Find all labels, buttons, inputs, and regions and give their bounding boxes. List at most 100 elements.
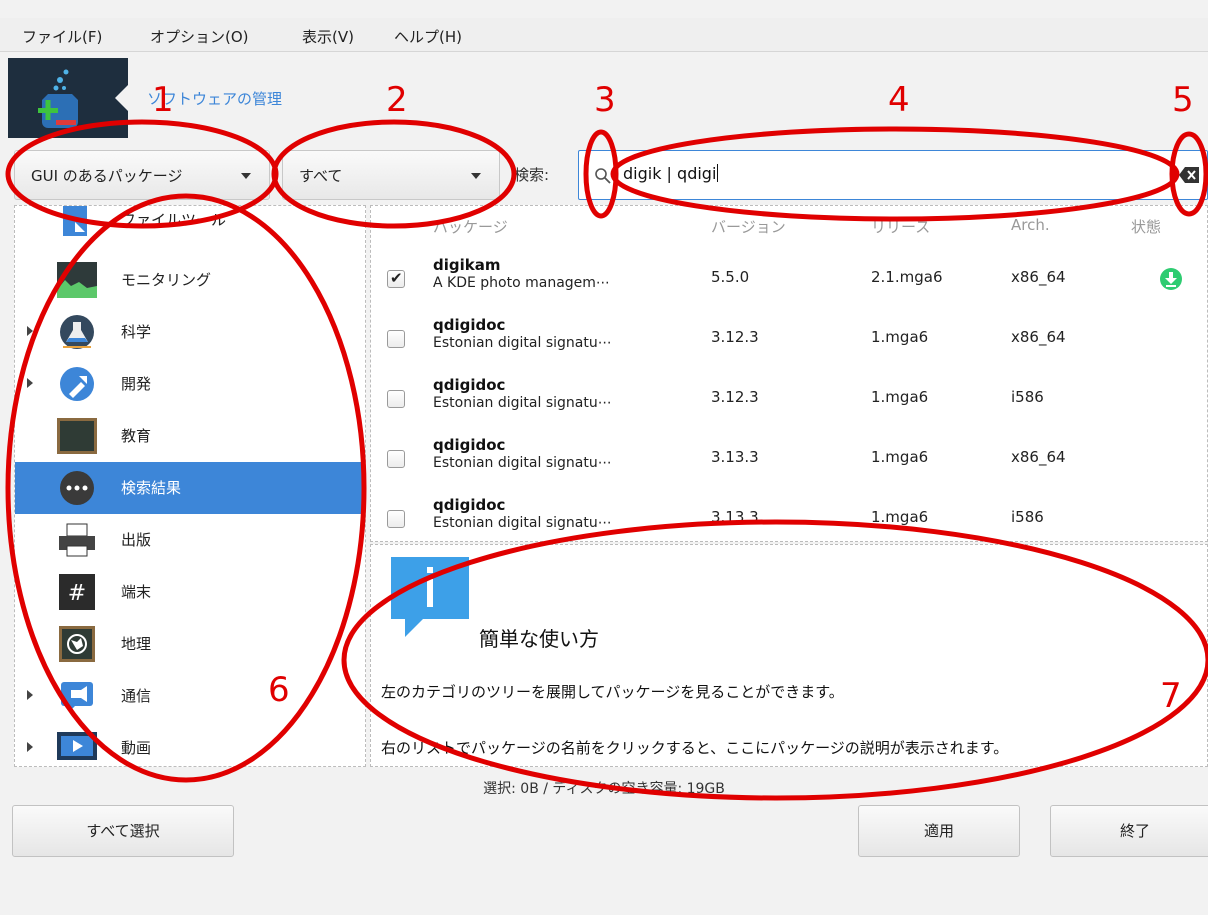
annotation-number: 5 bbox=[1172, 80, 1194, 120]
category-file-tools[interactable]: ファイルツール bbox=[15, 206, 365, 246]
category-label: モニタリング bbox=[121, 271, 212, 289]
category-label: 端末 bbox=[121, 583, 152, 601]
category-label: 開発 bbox=[121, 375, 152, 393]
expand-arrow-icon[interactable] bbox=[27, 690, 33, 700]
package-name: digikam bbox=[433, 256, 501, 274]
package-list[interactable]: パッケージ バージョン リリース Arch. 状態 ✔ digikam A KD… bbox=[370, 205, 1208, 542]
menu-help[interactable]: ヘルプ(H) bbox=[394, 26, 462, 47]
expand-arrow-icon[interactable] bbox=[27, 326, 33, 336]
package-checkbox[interactable]: ✔ bbox=[387, 269, 405, 288]
logo-notch bbox=[115, 84, 129, 112]
category-label: 動画 bbox=[121, 739, 152, 757]
annotation-number: 7 bbox=[1160, 676, 1182, 716]
package-name: qdigidoc bbox=[433, 376, 506, 394]
category-geography[interactable]: 地理 bbox=[15, 618, 365, 670]
education-icon bbox=[57, 418, 97, 454]
column-header-release[interactable]: リリース bbox=[871, 216, 930, 237]
package-arch: x86_64 bbox=[1011, 448, 1066, 466]
annotation-number: 1 bbox=[152, 80, 174, 120]
search-icon[interactable] bbox=[593, 166, 613, 186]
info-text-line: 左のカテゴリのツリーを展開してパッケージを見ることができます。 bbox=[381, 683, 844, 701]
package-release: 1.mga6 bbox=[871, 388, 929, 406]
info-heading: 簡単な使い方 bbox=[479, 627, 599, 651]
search-results-icon bbox=[60, 471, 94, 505]
category-publishing[interactable]: 出版 bbox=[15, 514, 365, 566]
package-version: 5.5.0 bbox=[711, 268, 750, 286]
status-text: 選択: 0B / ディスクの空き容量: 19GB bbox=[483, 781, 725, 797]
menu-file[interactable]: ファイル(F) bbox=[22, 26, 102, 47]
package-description: A KDE photo managem⋯ bbox=[433, 275, 610, 291]
package-checkbox[interactable] bbox=[387, 390, 405, 408]
category-search-results[interactable]: 検索結果 bbox=[15, 462, 365, 514]
quit-button[interactable]: 終了 bbox=[1050, 805, 1208, 857]
package-state-combo[interactable]: すべて bbox=[282, 150, 500, 200]
column-header-version[interactable]: バージョン bbox=[711, 216, 786, 237]
package-checkbox[interactable] bbox=[387, 330, 405, 348]
package-description: Estonian digital signatu⋯ bbox=[433, 515, 612, 531]
science-icon bbox=[60, 315, 94, 349]
category-science[interactable]: 科学 bbox=[15, 306, 365, 358]
package-version: 3.13.3 bbox=[711, 508, 759, 526]
search-input[interactable]: digik | qdigi bbox=[578, 150, 1208, 200]
window-title-bar bbox=[0, 0, 1208, 14]
category-communication[interactable]: 通信 bbox=[15, 670, 365, 722]
annotation-number: 2 bbox=[386, 80, 408, 120]
table-row[interactable]: qdigidoc Estonian digital signatu⋯ 3.12.… bbox=[371, 310, 1207, 370]
category-label: 通信 bbox=[121, 687, 152, 705]
package-checkbox[interactable] bbox=[387, 450, 405, 468]
table-row[interactable]: qdigidoc Estonian digital signatu⋯ 3.12.… bbox=[371, 370, 1207, 430]
package-type-value: GUI のあるパッケージ bbox=[31, 167, 183, 185]
rpmdrake-icon bbox=[38, 69, 78, 128]
annotation-number: 6 bbox=[268, 670, 290, 710]
menu-options[interactable]: オプション(O) bbox=[150, 26, 249, 47]
video-icon bbox=[57, 732, 97, 760]
clear-icon[interactable] bbox=[1179, 165, 1201, 185]
column-header-package[interactable]: パッケージ bbox=[433, 216, 508, 237]
category-tree[interactable]: ファイルツール モニタリング 科学 開発 教育 検索結果 出版 # 端末 地理 … bbox=[14, 205, 366, 767]
package-description: Estonian digital signatu⋯ bbox=[433, 455, 612, 471]
category-monitoring[interactable]: モニタリング bbox=[15, 254, 365, 306]
category-education[interactable]: 教育 bbox=[15, 410, 365, 462]
category-label: 地理 bbox=[121, 635, 152, 653]
package-release: 1.mga6 bbox=[871, 328, 929, 346]
text-caret bbox=[717, 164, 719, 182]
package-release: 1.mga6 bbox=[871, 508, 929, 526]
package-type-combo[interactable]: GUI のあるパッケージ bbox=[14, 150, 270, 200]
category-label: ファイルツール bbox=[121, 211, 227, 229]
checkmark-icon: ✔ bbox=[390, 269, 403, 287]
package-release: 1.mga6 bbox=[871, 448, 929, 466]
table-row[interactable]: qdigidoc Estonian digital signatu⋯ 3.13.… bbox=[371, 490, 1207, 541]
file-tools-icon bbox=[63, 206, 87, 236]
package-state-value: すべて bbox=[299, 167, 343, 185]
table-row[interactable]: qdigidoc Estonian digital signatu⋯ 3.13.… bbox=[371, 430, 1207, 490]
category-label: 教育 bbox=[121, 427, 152, 445]
svg-text:#: # bbox=[68, 581, 86, 606]
column-header-arch[interactable]: Arch. bbox=[1011, 216, 1050, 234]
package-version: 3.13.3 bbox=[711, 448, 759, 466]
category-development[interactable]: 開発 bbox=[15, 358, 365, 410]
app-logo bbox=[8, 58, 129, 138]
table-row[interactable]: ✔ digikam A KDE photo managem⋯ 5.5.0 2.1… bbox=[371, 250, 1207, 310]
annotation-number: 3 bbox=[594, 80, 616, 120]
expand-arrow-icon[interactable] bbox=[27, 378, 33, 388]
install-icon bbox=[1160, 268, 1182, 290]
package-arch: i586 bbox=[1011, 508, 1044, 526]
package-arch: x86_64 bbox=[1011, 328, 1066, 346]
select-all-button[interactable]: すべて選択 bbox=[12, 805, 234, 857]
monitoring-icon bbox=[57, 262, 97, 298]
package-version: 3.12.3 bbox=[711, 328, 759, 346]
package-name: qdigidoc bbox=[433, 496, 506, 514]
category-terminal[interactable]: # 端末 bbox=[15, 566, 365, 618]
chevron-down-icon bbox=[471, 173, 481, 179]
menu-view[interactable]: 表示(V) bbox=[302, 26, 354, 47]
apply-button[interactable]: 適用 bbox=[858, 805, 1020, 857]
expand-arrow-icon[interactable] bbox=[27, 742, 33, 752]
info-icon bbox=[391, 557, 469, 637]
search-value: digik | qdigi bbox=[623, 164, 717, 183]
category-video[interactable]: 動画 bbox=[15, 722, 365, 766]
communication-icon bbox=[61, 682, 93, 712]
category-label: 検索結果 bbox=[121, 479, 182, 497]
category-label: 出版 bbox=[121, 531, 152, 549]
column-header-status[interactable]: 状態 bbox=[1131, 216, 1161, 237]
package-checkbox[interactable] bbox=[387, 510, 405, 528]
